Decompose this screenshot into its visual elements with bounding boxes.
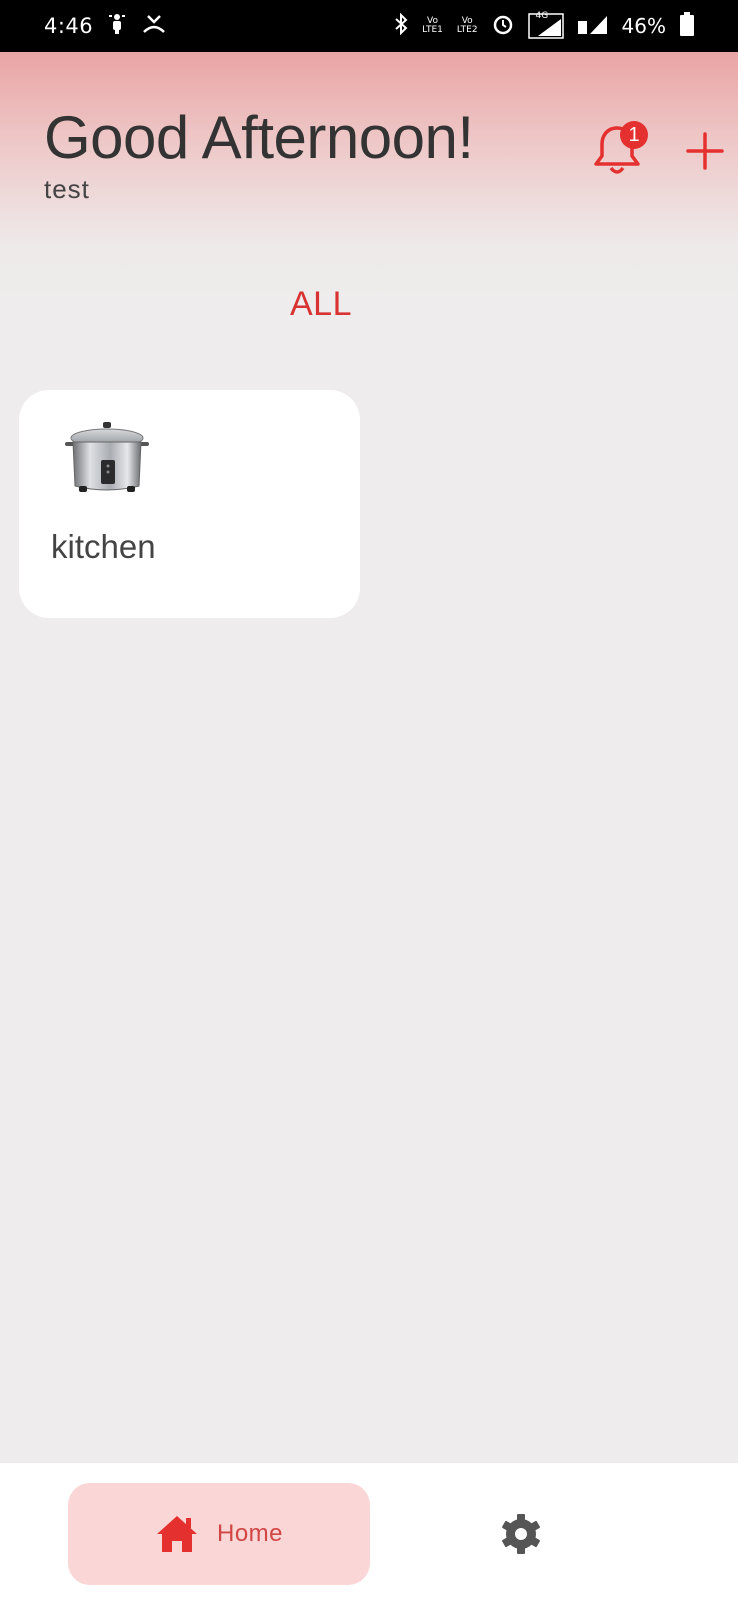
volte1-lte: LTE1	[422, 25, 443, 35]
bluetooth-icon	[394, 12, 408, 39]
plus-icon	[686, 132, 724, 170]
nav-home-button[interactable]: Home	[68, 1483, 370, 1585]
app-notification-icon	[107, 12, 127, 40]
volte2-lte: LTE2	[456, 25, 478, 35]
home-icon	[156, 1516, 197, 1552]
room-name: kitchen	[51, 528, 156, 565]
status-bar: 4:46 Vo LTE1 Vo LTE2 4G 46%	[0, 0, 738, 52]
volte2-indicator: Vo LTE2	[457, 17, 478, 35]
add-button[interactable]	[684, 130, 726, 172]
gear-icon	[502, 1514, 540, 1554]
signal-sim1-icon: 4G	[527, 11, 564, 39]
notification-badge: 1	[620, 121, 648, 149]
alarm-icon	[492, 13, 514, 39]
tab-all[interactable]: ALL	[290, 285, 352, 324]
volte1-indicator: Vo LTE1	[422, 17, 443, 35]
status-time: 4:46	[44, 14, 94, 38]
signal-sim2-icon	[577, 13, 608, 39]
battery-icon	[680, 12, 694, 40]
bottom-navigation: Home	[0, 1463, 738, 1600]
room-card-kitchen[interactable]: kitchen	[19, 390, 360, 618]
username: test	[44, 174, 90, 204]
nav-settings-button[interactable]	[500, 1513, 542, 1555]
missed-call-icon	[141, 12, 167, 40]
nav-home-label: Home	[216, 1520, 284, 1547]
battery-percent: 46%	[621, 14, 666, 38]
rice-cooker-icon	[59, 420, 155, 496]
